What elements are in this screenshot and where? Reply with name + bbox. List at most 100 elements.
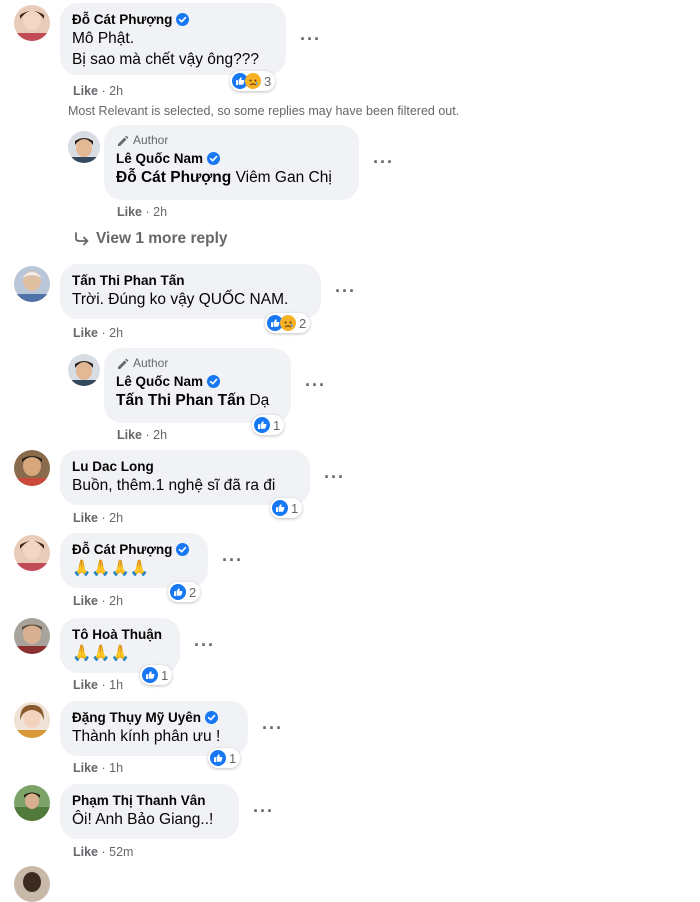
author-badge-label: Author — [133, 133, 169, 147]
like-button[interactable]: Like — [73, 326, 98, 340]
comment-author[interactable]: Phạm Thị Thanh Vân — [72, 792, 206, 809]
avatar[interactable] — [14, 266, 50, 302]
reaction-count[interactable]: 1 — [270, 498, 303, 518]
like-reaction-icon — [272, 500, 288, 516]
comment-bubble: Phạm Thị Thanh Vân Ôi! Anh Bảo Giang..! — [60, 784, 239, 839]
more-options-icon[interactable]: ··· — [335, 282, 356, 300]
comment-time[interactable]: 1h — [109, 678, 123, 692]
avatar[interactable] — [14, 702, 50, 738]
comment-meta: Like · 2h — [73, 594, 124, 608]
like-button[interactable]: Like — [73, 594, 98, 608]
reaction-number: 2 — [299, 315, 307, 331]
like-button[interactable]: Like — [73, 511, 98, 525]
sad-reaction-icon — [280, 315, 296, 331]
reply-arrow-icon — [75, 232, 89, 246]
reaction-number: 1 — [273, 417, 281, 433]
more-options-icon[interactable]: ··· — [300, 30, 321, 48]
avatar[interactable] — [68, 354, 100, 386]
reaction-count[interactable]: 3 — [230, 71, 276, 91]
avatar[interactable] — [14, 785, 50, 821]
avatar[interactable] — [68, 131, 100, 163]
avatar[interactable] — [14, 450, 50, 486]
comment-meta: Like · 52m — [73, 845, 134, 859]
more-options-icon[interactable]: ··· — [373, 153, 394, 171]
avatar[interactable] — [14, 535, 50, 571]
reaction-number: 1 — [229, 750, 237, 766]
comment-text: Buồn, thêm.1 nghệ sĩ đã ra đi — [72, 477, 276, 494]
more-options-icon[interactable]: ··· — [222, 551, 243, 569]
avatar[interactable] — [14, 866, 50, 902]
comment-meta: Like · 2h — [73, 84, 124, 98]
reaction-count[interactable]: 1 — [252, 415, 285, 435]
reply-bubble: Author Lê Quốc Nam Đỗ Cát Phượng Viêm Ga… — [104, 125, 359, 200]
more-options-icon[interactable]: ··· — [194, 636, 215, 654]
reaction-count[interactable]: 1 — [208, 748, 241, 768]
comment-bubble: Lu Dac Long Buồn, thêm.1 nghệ sĩ đã ra đ… — [60, 450, 310, 505]
comment-time[interactable]: 2h — [109, 594, 123, 608]
avatar[interactable] — [14, 5, 50, 41]
like-button[interactable]: Like — [73, 84, 98, 98]
view-more-label[interactable]: View 1 more reply — [96, 230, 228, 248]
comment-text: Thành kính phân ưu ! — [72, 728, 221, 745]
comment-time[interactable]: 2h — [109, 511, 123, 525]
comment-text: Ôi! Anh Bảo Giang..! — [72, 811, 214, 828]
reaction-count[interactable]: 1 — [140, 665, 173, 685]
like-button[interactable]: Like — [73, 845, 98, 859]
sad-reaction-icon — [245, 73, 261, 89]
comment-author[interactable]: Đặng Thụy Mỹ Uyên — [72, 709, 201, 726]
comment-author[interactable]: Tấn Thi Phan Tấn — [72, 272, 185, 289]
reaction-number: 2 — [189, 584, 197, 600]
like-button[interactable]: Like — [73, 761, 98, 775]
comment-author[interactable]: Lê Quốc Nam — [116, 373, 203, 390]
comment-text: 🙏🙏🙏🙏 — [72, 560, 150, 577]
verified-icon — [176, 543, 190, 556]
comment-text: Trời. Đúng ko vậy QUỐC NAM. — [72, 291, 289, 308]
reaction-count[interactable]: 2 — [265, 313, 311, 333]
verified-icon — [176, 13, 190, 26]
comment-author[interactable]: Lu Dac Long — [72, 458, 154, 475]
comment-meta: Like · 2h — [117, 428, 168, 442]
comment-meta: Like · 2h — [117, 205, 168, 219]
more-options-icon[interactable]: ··· — [305, 376, 326, 394]
comment-time[interactable]: 2h — [109, 84, 123, 98]
author-badge: Author — [116, 133, 347, 148]
mention-link[interactable]: Tấn Thi Phan Tấn — [116, 392, 245, 409]
comment-time[interactable]: 1h — [109, 761, 123, 775]
comment-text-line: Mô Phật. — [72, 30, 135, 47]
like-button[interactable]: Like — [117, 205, 142, 219]
like-button[interactable]: Like — [73, 678, 98, 692]
comment-meta: Like · 2h — [73, 511, 124, 525]
comment-author[interactable]: Tô Hoà Thuận — [72, 626, 162, 643]
pencil-icon — [118, 135, 129, 146]
comment-meta: Like · 1h — [73, 678, 124, 692]
reaction-count[interactable]: 2 — [168, 582, 201, 602]
comment-author[interactable]: Lê Quốc Nam — [116, 150, 203, 167]
author-badge-label: Author — [133, 356, 169, 370]
more-options-icon[interactable]: ··· — [253, 802, 274, 820]
mention-link[interactable]: Đỗ Cát Phượng — [116, 169, 231, 186]
verified-icon — [207, 152, 221, 165]
verified-icon — [205, 711, 219, 724]
like-reaction-icon — [254, 417, 270, 433]
more-options-icon[interactable]: ··· — [262, 719, 283, 737]
reply-bubble: Author Lê Quốc Nam Tấn Thi Phan Tấn Dạ — [104, 348, 291, 423]
comment-meta: Like · 1h — [73, 761, 124, 775]
comment-author[interactable]: Đỗ Cát Phượng — [72, 541, 172, 558]
comment-time[interactable]: 52m — [109, 845, 133, 859]
like-button[interactable]: Like — [117, 428, 142, 442]
comment-text: Viêm Gan Chị — [235, 169, 332, 186]
reaction-number: 1 — [291, 500, 299, 516]
comment-time[interactable]: 2h — [153, 205, 167, 219]
reaction-number: 3 — [264, 73, 272, 89]
more-options-icon[interactable]: ··· — [324, 468, 345, 486]
comment-time[interactable]: 2h — [153, 428, 167, 442]
comment-time[interactable]: 2h — [109, 326, 123, 340]
comment-author[interactable]: Đỗ Cát Phượng — [72, 11, 172, 28]
comment-meta: Like · 2h — [73, 326, 124, 340]
comment-bubble: Đỗ Cát Phượng Mô Phật. Bị sao mà chết vậ… — [60, 3, 286, 75]
comment-text-line: Bị sao mà chết vậy ông??? — [72, 51, 259, 68]
like-reaction-icon — [170, 584, 186, 600]
like-reaction-icon — [142, 667, 158, 683]
avatar[interactable] — [14, 618, 50, 654]
view-more-replies[interactable]: View 1 more reply — [74, 230, 228, 248]
